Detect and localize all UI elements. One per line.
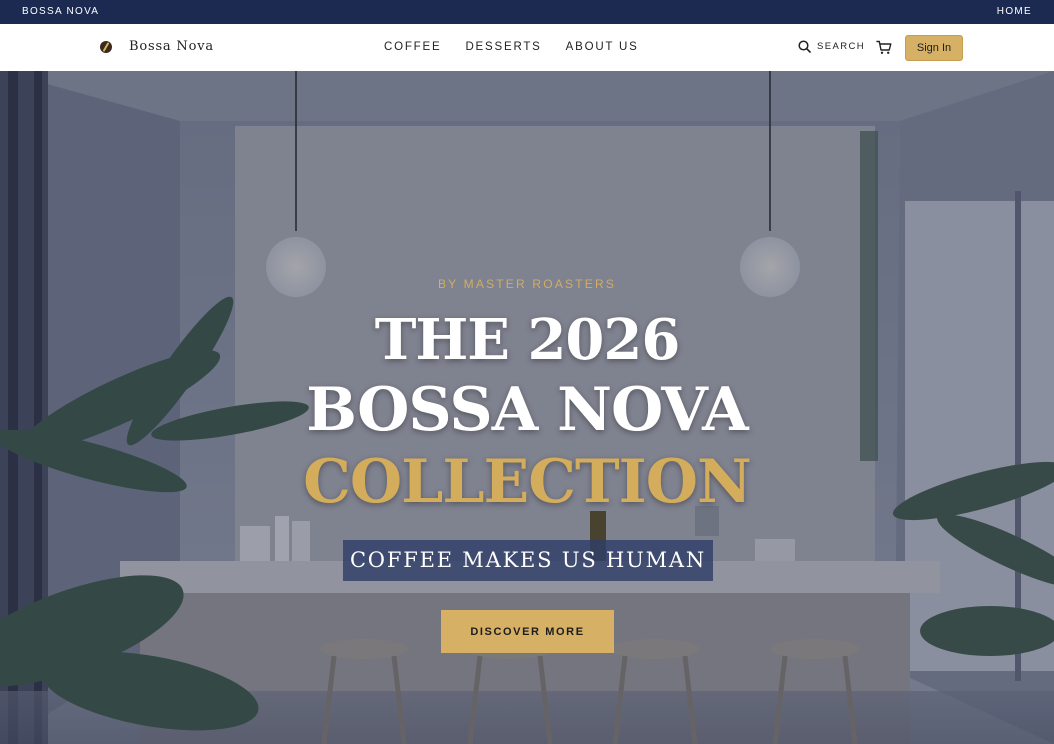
hero-title-line-3: COLLECTION: [303, 447, 752, 517]
sign-in-button[interactable]: Sign In: [905, 35, 963, 61]
cart-icon[interactable]: [876, 40, 892, 55]
nav-menu: COFFEE DESSERTS ABOUT US: [384, 41, 663, 53]
nav-item-coffee[interactable]: COFFEE: [384, 41, 441, 53]
search-label: SEARCH: [817, 41, 865, 52]
hero-tagline: COFFEE MAKES US HUMAN: [343, 540, 713, 581]
search-icon: [798, 40, 811, 53]
hero-title-line-1: THE 2026: [374, 307, 681, 373]
nav-item-about-us[interactable]: ABOUT US: [566, 41, 639, 53]
topbar-brand: BOSSA NOVA: [22, 6, 100, 17]
home-link[interactable]: HOME: [997, 6, 1032, 17]
hero-section: BY MASTER ROASTERS THE 2026 BOSSA NOVA C…: [0, 71, 1054, 744]
nav-item-desserts[interactable]: DESSERTS: [465, 41, 541, 53]
top-bar: BOSSA NOVA HOME: [0, 0, 1054, 24]
hero-eyebrow: BY MASTER ROASTERS: [437, 277, 617, 291]
discover-more-button[interactable]: DISCOVER MORE: [441, 610, 614, 653]
logo[interactable]: Bossa Nova: [100, 39, 214, 54]
logo-text: Bossa Nova: [129, 39, 214, 54]
main-nav: Bossa Nova COFFEE DESSERTS ABOUT US SEAR…: [0, 24, 1054, 72]
search-button[interactable]: SEARCH: [798, 40, 865, 53]
coffee-bean-icon: [100, 40, 112, 53]
hero-title-line-2: BOSSA NOVA: [306, 375, 748, 445]
